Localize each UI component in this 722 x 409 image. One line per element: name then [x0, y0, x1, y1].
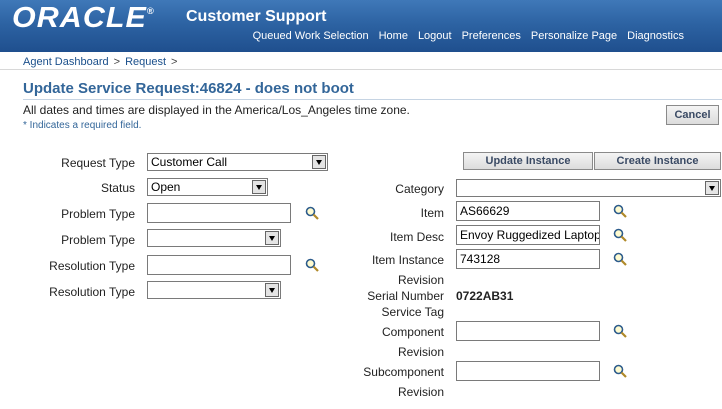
resolution-type-label: Resolution Type — [49, 259, 135, 273]
revision-label: Revision — [397, 345, 444, 359]
resolution-type-input[interactable] — [147, 255, 291, 275]
breadcrumb: Agent Dashboard > Request > — [23, 56, 177, 68]
breadcrumb-agent-dashboard[interactable]: Agent Dashboard — [23, 56, 109, 68]
search-icon[interactable] — [613, 228, 627, 242]
search-icon[interactable] — [305, 258, 319, 272]
status-select[interactable]: Open — [147, 178, 268, 196]
serial-number-label: Serial Number — [367, 289, 444, 303]
create-instance-button[interactable]: Create Instance — [594, 152, 721, 170]
resolution-type-label: Resolution Type — [49, 285, 135, 299]
link-logout[interactable]: Logout — [418, 30, 452, 42]
chevron-down-icon — [705, 181, 719, 195]
search-icon[interactable] — [305, 206, 319, 220]
update-instance-button[interactable]: Update Instance — [463, 152, 593, 170]
link-queued-work-selection[interactable]: Queued Work Selection — [253, 30, 369, 42]
oracle-logo: ORACLE® — [12, 2, 155, 34]
problem-type-label: Problem Type — [61, 233, 135, 247]
breadcrumb-separator: > — [113, 56, 121, 68]
search-icon[interactable] — [613, 252, 627, 266]
component-label: Component — [381, 325, 444, 339]
chevron-down-icon — [265, 231, 279, 245]
link-home[interactable]: Home — [379, 30, 408, 42]
breadcrumb-separator: > — [171, 56, 178, 68]
app-title: Customer Support — [186, 8, 327, 25]
link-preferences[interactable]: Preferences — [462, 30, 521, 42]
problem-type-label: Problem Type — [61, 207, 135, 221]
serial-number-value: 0722AB31 — [456, 289, 514, 303]
request-type-select[interactable]: Customer Call — [147, 153, 328, 171]
item-desc-input[interactable]: Envoy Ruggedized Laptop — [456, 225, 600, 245]
breadcrumb-bar: Agent Dashboard > Request > — [0, 52, 722, 70]
global-links: Queued Work Selection Home Logout Prefer… — [253, 30, 684, 42]
problem-type-select[interactable] — [147, 229, 281, 247]
cancel-button[interactable]: Cancel — [666, 105, 719, 125]
item-instance-label: Item Instance — [371, 253, 444, 267]
revision-label: Revision — [397, 385, 444, 399]
page-title: Update Service Request:46824 - does not … — [23, 80, 354, 97]
link-personalize-page[interactable]: Personalize Page — [531, 30, 617, 42]
subcomponent-label: Subcomponent — [363, 365, 444, 379]
request-type-label: Request Type — [61, 156, 135, 170]
problem-type-input[interactable] — [147, 203, 291, 223]
subcomponent-input[interactable] — [456, 361, 600, 381]
item-input[interactable]: AS66629 — [456, 201, 600, 221]
chevron-down-icon — [252, 180, 266, 194]
category-select[interactable] — [456, 179, 721, 197]
resolution-type-select[interactable] — [147, 281, 281, 299]
category-label: Category — [395, 182, 444, 196]
search-icon[interactable] — [613, 324, 627, 338]
component-input[interactable] — [456, 321, 600, 341]
chevron-down-icon — [265, 283, 279, 297]
breadcrumb-request[interactable]: Request — [125, 56, 166, 68]
item-desc-label: Item Desc — [389, 230, 444, 244]
item-instance-input[interactable]: 743128 — [456, 249, 600, 269]
title-divider — [23, 99, 722, 100]
timezone-note: All dates and times are displayed in the… — [23, 103, 410, 117]
link-diagnostics[interactable]: Diagnostics — [627, 30, 684, 42]
item-label: Item — [420, 206, 444, 220]
revision-label: Revision — [397, 273, 444, 287]
chevron-down-icon — [312, 155, 326, 169]
service-tag-label: Service Tag — [381, 305, 444, 319]
status-label: Status — [100, 181, 135, 195]
required-note: * Indicates a required field. — [23, 120, 142, 131]
app-header: ORACLE® Customer Support Queued Work Sel… — [0, 0, 722, 52]
search-icon[interactable] — [613, 204, 627, 218]
search-icon[interactable] — [613, 364, 627, 378]
